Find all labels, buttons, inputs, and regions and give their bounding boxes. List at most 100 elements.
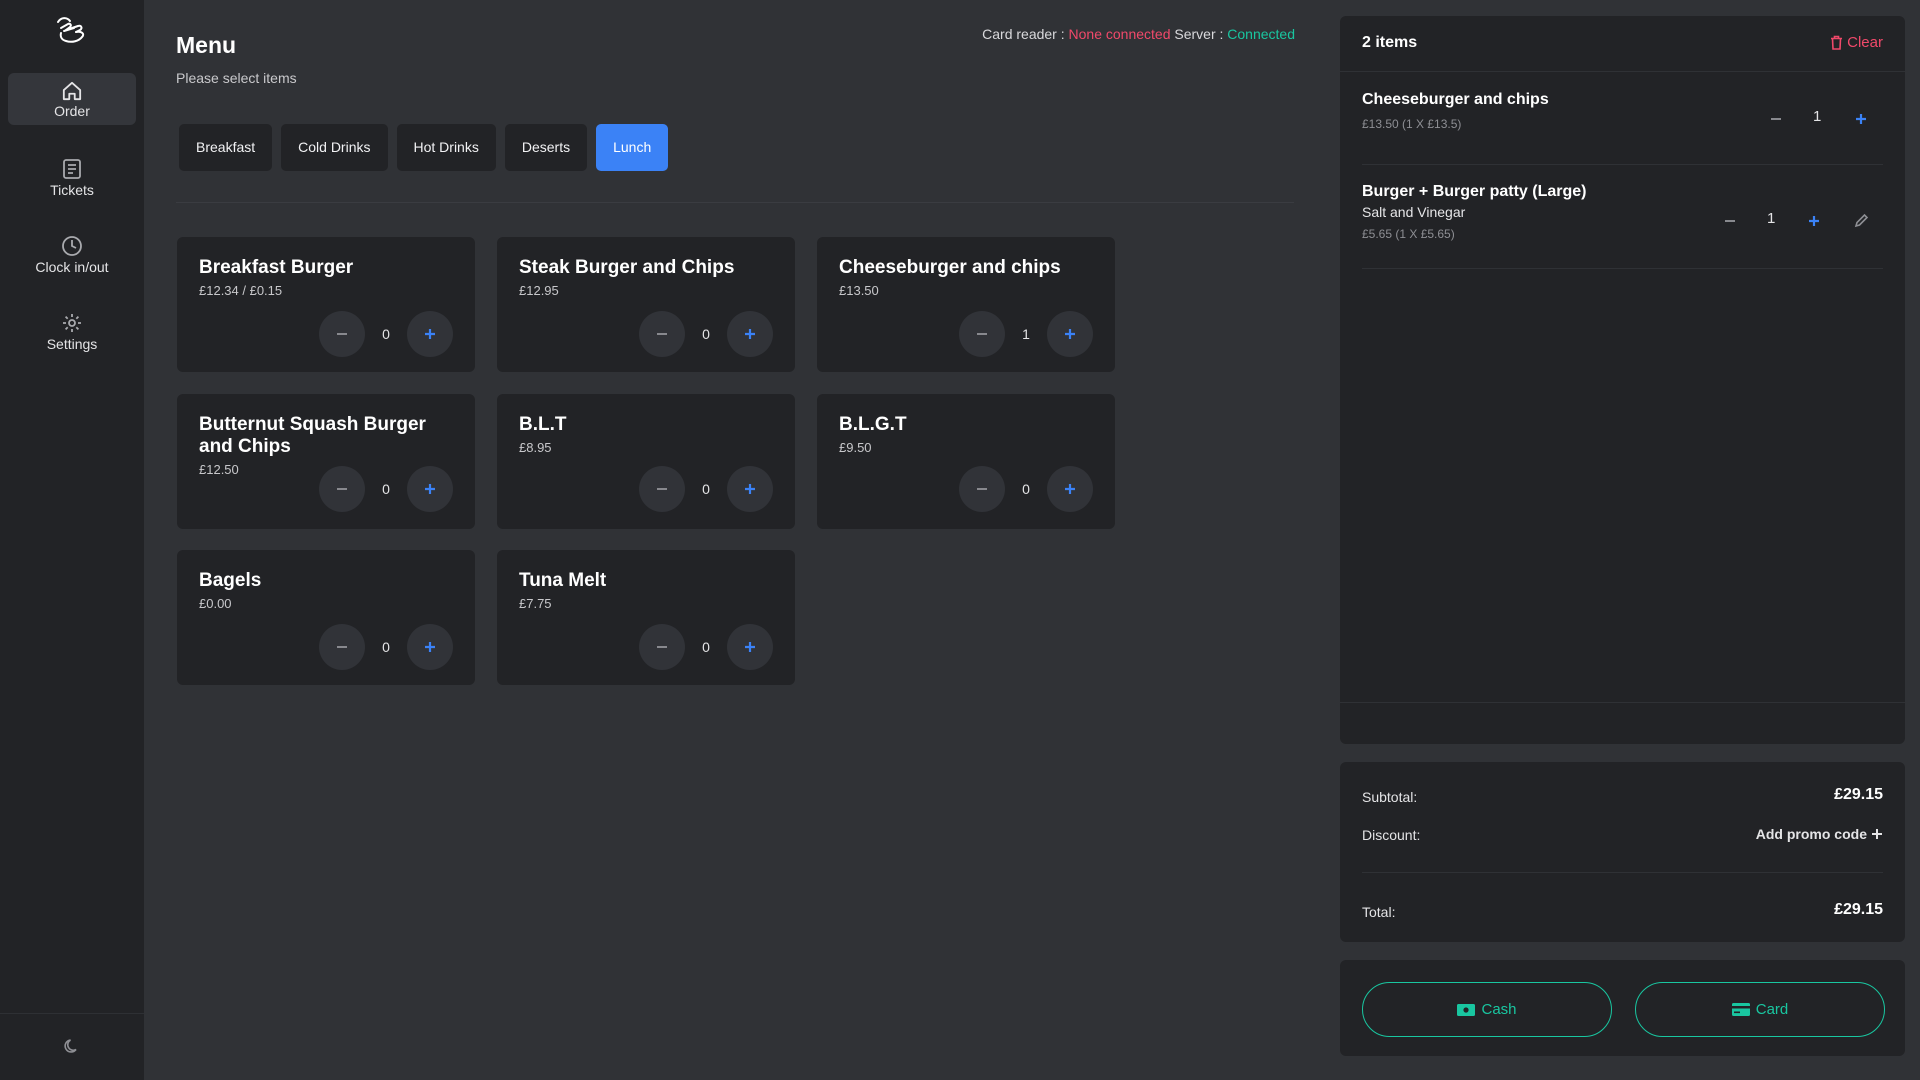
sidebar-item-order[interactable]: Order [8,73,136,125]
item-name: B.L.T [519,414,567,435]
quantity-stepper: 0 [639,311,773,357]
tab-cold-drinks[interactable]: Cold Drinks [281,124,388,171]
trash-icon [1831,35,1843,50]
menu-item-card: B.L.G.T £9.50 0 [817,394,1115,529]
order-item-increase-button[interactable] [1854,112,1868,130]
order-item-name: Cheeseburger and chips [1362,91,1549,108]
increase-button[interactable] [407,311,453,357]
discount-label: Discount: [1362,827,1421,843]
item-price: £0.00 [199,596,232,611]
menu-item-card: Tuna Melt £7.75 0 [497,550,795,685]
sidebar-item-label: Order [54,103,90,119]
quantity-value: 0 [382,481,390,497]
decrease-button[interactable] [639,466,685,512]
item-name: Breakfast Burger [199,257,354,278]
total-label: Total: [1362,904,1396,920]
increase-button[interactable] [727,624,773,670]
item-name: Tuna Melt [519,570,607,591]
menu-item-card: Cheeseburger and chips £13.50 1 [817,237,1115,372]
quantity-stepper: 0 [959,466,1093,512]
item-name: Steak Burger and Chips [519,257,735,278]
cash-icon [1457,1003,1476,1016]
item-price: £12.95 [519,283,559,298]
tab-breakfast[interactable]: Breakfast [179,124,273,171]
cash-label: Cash [1481,1001,1517,1018]
divider [1340,702,1905,703]
moon-icon[interactable] [63,1037,81,1060]
item-price: £8.95 [519,440,552,455]
home-icon [62,81,82,101]
minus-icon [337,488,347,490]
item-price: £9.50 [839,440,872,455]
card-label: Card [1755,1001,1789,1018]
minus-icon [657,333,667,335]
menu-item-card: Breakfast Burger £12.34 / £0.15 0 [177,237,475,372]
plus-icon [425,484,435,494]
plus-icon [1856,114,1866,124]
increase-button[interactable] [727,311,773,357]
plus-icon [745,329,755,339]
decrease-button[interactable] [319,466,365,512]
tab-hot-drinks[interactable]: Hot Drinks [396,124,496,171]
plus-icon [745,484,755,494]
increase-button[interactable] [727,466,773,512]
increase-button[interactable] [1047,311,1093,357]
quantity-value: 0 [702,639,710,655]
order-item-name: Burger + Burger patty (Large) [1362,183,1587,200]
item-name: Butternut Squash Burger and Chips [199,414,426,457]
decrease-button[interactable] [639,311,685,357]
order-panel: 2 items Clear Cheeseburger and chips £13… [1340,16,1905,744]
quantity-stepper: 1 [959,311,1093,357]
page-subtitle: Please select items [176,70,297,86]
decrease-button[interactable] [959,466,1005,512]
divider [1340,71,1905,72]
order-item-increase-button[interactable] [1807,214,1821,232]
connection-status: Card reader : None connected Server : Co… [982,26,1295,42]
increase-button[interactable] [407,624,453,670]
item-name: Bagels [199,570,262,591]
increase-button[interactable] [1047,466,1093,512]
order-item-quantity: 1 [1813,108,1822,125]
order-count: 2 items [1362,34,1418,51]
order-item-decrease-button[interactable] [1723,214,1737,232]
card-reader-status: None connected [1068,26,1171,42]
quantity-stepper: 0 [319,624,453,670]
minus-icon [1771,118,1781,120]
minus-icon [977,333,987,335]
item-price: £12.50 [199,462,239,477]
credit-card-icon [1731,1003,1750,1016]
category-tabs: Breakfast Cold Drinks Hot Drinks Deserts… [179,124,669,171]
sidebar-divider [0,1013,144,1014]
hand-tap-icon[interactable] [52,14,92,48]
minus-icon [1725,220,1735,222]
decrease-button[interactable] [959,311,1005,357]
menu-item-card: Steak Burger and Chips £12.95 0 [497,237,795,372]
decrease-button[interactable] [319,624,365,670]
gear-icon [63,314,81,332]
card-button[interactable]: Card [1635,982,1885,1037]
order-item-decrease-button[interactable] [1769,112,1783,130]
tab-deserts[interactable]: Deserts [504,124,588,171]
decrease-button[interactable] [639,624,685,670]
edit-button[interactable] [1854,213,1869,232]
total-value: £29.15 [1834,901,1883,918]
decrease-button[interactable] [319,311,365,357]
sidebar-item-settings[interactable]: Settings [8,304,136,356]
totals-panel: Subtotal: £29.15 Discount: Add promo cod… [1340,762,1905,942]
minus-icon [657,488,667,490]
quantity-value: 0 [382,326,390,342]
menu-item-card: B.L.T £8.95 0 [497,394,795,529]
sidebar-item-clock[interactable]: Clock in/out [8,227,136,279]
tab-lunch[interactable]: Lunch [596,124,669,171]
cash-button[interactable]: Cash [1362,982,1612,1037]
promo-label: Add promo code [1755,826,1867,842]
sidebar-item-tickets[interactable]: Tickets [8,150,136,202]
sidebar-item-label: Tickets [50,182,94,198]
clear-button[interactable]: Clear [1830,34,1883,51]
order-item-quantity: 1 [1767,210,1776,227]
plus-icon [1872,829,1882,839]
payment-panel: Cash Card [1340,960,1905,1056]
increase-button[interactable] [407,466,453,512]
menu-item-card: Bagels £0.00 0 [177,550,475,685]
add-promo-button[interactable]: Add promo code [1756,826,1883,842]
